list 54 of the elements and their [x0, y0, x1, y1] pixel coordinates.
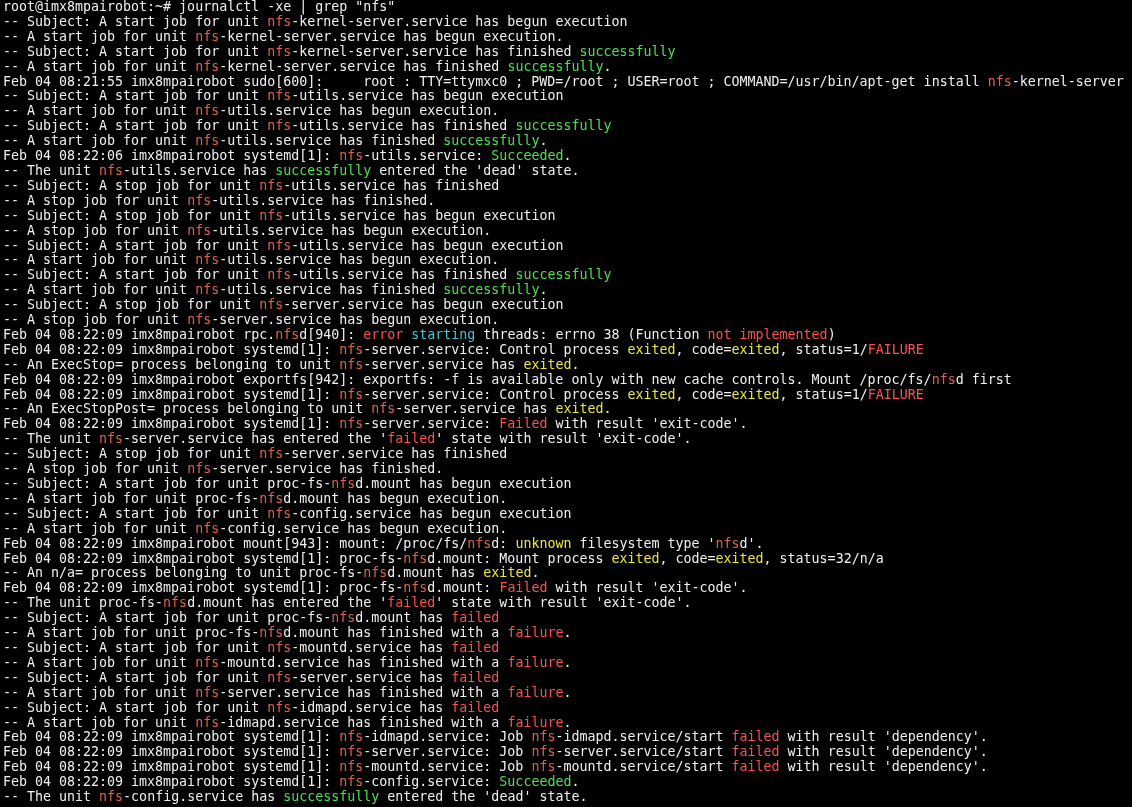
log-line: -- Subject: A stop job for unit nfs-server.service has finished [3, 447, 508, 462]
log-line: -- Subject: A stop job for unit nfs-utils.service has finished [3, 178, 500, 194]
log-line: -- Subject: A start job for unit nfs-mountd.service has failed [3, 640, 500, 656]
log-line: Feb 04 08:22:09 imx8mpairobot mount[943]: mount: /proc/fs/nfsd: unknown filesystem type 'nfsd'. [3, 536, 764, 552]
log-line: -- An n/a= process belonging to unit proc-fs-nfsd.mount has exited. [3, 566, 540, 582]
log-line: -- A start job for unit nfs-mountd.service has finished with a failure. [3, 655, 572, 671]
log-line: -- Subject: A start job for unit nfs-utils.service has finished successfully [3, 268, 612, 284]
log-line: -- A start job for unit nfs-kernel-server.service has begun execution. [3, 29, 564, 45]
log-line: Feb 04 08:22:09 imx8mpairobot rpc.nfsd[940]: error starting threads: errno 38 (Function not implemented) [3, 327, 836, 343]
log-line: -- A stop job for unit nfs-server.service has begun execution. [3, 313, 500, 328]
command-line: root@imx8mpairobot:~# journalctl -xe | grep "nfs" [3, 0, 396, 15]
log-line: -- A start job for unit nfs-config.service has begun execution. [3, 521, 508, 537]
log-line: -- Subject: A start job for unit nfs-utils.service has begun execution [3, 89, 564, 105]
log-line: -- An ExecStopPost= process belonging to unit nfs-server.service has exited. [3, 402, 612, 418]
log-line: Feb 04 08:22:09 imx8mpairobot systemd[1]: proc-fs-nfsd.mount: Mount process exited, code=exited, status=32/n/a [3, 551, 884, 567]
log-line: -- Subject: A start job for unit proc-fs-nfsd.mount has failed [3, 611, 500, 626]
log-line: -- Subject: A start job for unit nfs-kernel-server.service has begun execution [3, 14, 628, 30]
log-line: -- A start job for unit nfs-utils.service has finished successfully. [3, 283, 548, 298]
log-line: -- A start job for unit nfs-utils.service has begun execution. [3, 253, 500, 269]
log-line: -- A start job for unit proc-fs-nfsd.mount has finished with a failure. [3, 626, 572, 641]
log-line: Feb 04 08:22:09 imx8mpairobot systemd[1]: proc-fs-nfsd.mount: Failed with result 'exit-code'. [3, 581, 748, 597]
log-line: Feb 04 08:22:09 imx8mpairobot systemd[1]: nfs-server.service: Control process exited, code=exited, status=1/FAILURE [3, 387, 924, 403]
log-line: Feb 04 08:22:09 imx8mpairobot systemd[1]: nfs-idmapd.service: Job nfs-idmapd.service/start failed with result 'dependency'. [3, 730, 988, 746]
log-line: Feb 04 08:21:55 imx8mpairobot sudo[600]: root : TTY=ttymxc0 ; PWD=/root ; USER=root ; COMMAND=/usr/bin/apt-get install nfs-kernel-server [3, 74, 1124, 90]
log-line: -- Subject: A start job for unit nfs-kernel-server.service has finished successfully [3, 44, 676, 60]
log-line: Feb 04 08:22:09 imx8mpairobot systemd[1]: nfs-server.service: Failed with result 'exit-code'. [3, 417, 748, 433]
log-line: -- Subject: A start job for unit nfs-idmapd.service has failed [3, 700, 500, 716]
log-line: -- An ExecStop= process belonging to unit nfs-server.service has exited. [3, 357, 580, 373]
log-line: -- Subject: A stop job for unit nfs-server.service has begun execution [3, 298, 564, 313]
log-line: -- Subject: A start job for unit nfs-utils.service has begun execution [3, 238, 564, 254]
log-line: -- A start job for unit nfs-kernel-server.service has finished successfully. [3, 59, 612, 75]
log-line: -- A stop job for unit nfs-utils.service has begun execution. [3, 223, 492, 239]
log-line: -- A start job for unit proc-fs-nfsd.mount has begun execution. [3, 491, 508, 507]
log-line: Feb 04 08:22:09 imx8mpairobot systemd[1]: nfs-config.service: Succeeded. [3, 775, 580, 790]
log-line: -- The unit nfs-config.service has successfully entered the 'dead' state. [3, 790, 588, 805]
log-line: -- A start job for unit nfs-utils.service has finished successfully. [3, 134, 548, 149]
log-line: Feb 04 08:22:09 imx8mpairobot exportfs[942]: exportfs: -f is available only with new cache controls. Mount /proc/fs/nfsd first [3, 372, 1012, 388]
log-line: -- Subject: A start job for unit nfs-config.service has begun execution [3, 506, 572, 522]
log-line: -- The unit proc-fs-nfsd.mount has entered the 'failed' state with result 'exit-code'. [3, 596, 692, 611]
log-line: -- The unit nfs-utils.service has successfully entered the 'dead' state. [3, 163, 580, 179]
log-line: -- Subject: A stop job for unit nfs-utils.service has begun execution [3, 208, 556, 224]
log-line: Feb 04 08:22:09 imx8mpairobot systemd[1]: nfs-server.service: Job nfs-server.service/start failed with result 'dependency'. [3, 745, 988, 761]
log-line: -- Subject: A start job for unit nfs-utils.service has finished successfully [3, 119, 612, 134]
log-line: Feb 04 08:22:09 imx8mpairobot systemd[1]: nfs-server.service: Control process exited, code=exited, status=1/FAILURE [3, 342, 924, 358]
log-line: -- The unit nfs-server.service has entered the 'failed' state with result 'exit-code'. [3, 432, 692, 447]
log-line: -- A start job for unit nfs-utils.service has begun execution. [3, 104, 500, 120]
log-line: -- A stop job for unit nfs-server.service has finished. [3, 462, 444, 477]
log-line: -- A start job for unit nfs-idmapd.service has finished with a failure. [3, 715, 572, 731]
log-line: -- A start job for unit nfs-server.service has finished with a failure. [3, 685, 572, 701]
log-line: Feb 04 08:22:09 imx8mpairobot systemd[1]: nfs-mountd.service: Job nfs-mountd.service/start failed with result 'dependency'. [3, 760, 988, 775]
log-line: Feb 04 08:22:06 imx8mpairobot systemd[1]: nfs-utils.service: Succeeded. [3, 149, 572, 164]
log-line: -- A stop job for unit nfs-utils.service has finished. [3, 193, 436, 209]
log-line: -- Subject: A start job for unit proc-fs-nfsd.mount has begun execution [3, 477, 572, 492]
log-line: -- Subject: A start job for unit nfs-server.service has failed [3, 670, 500, 686]
